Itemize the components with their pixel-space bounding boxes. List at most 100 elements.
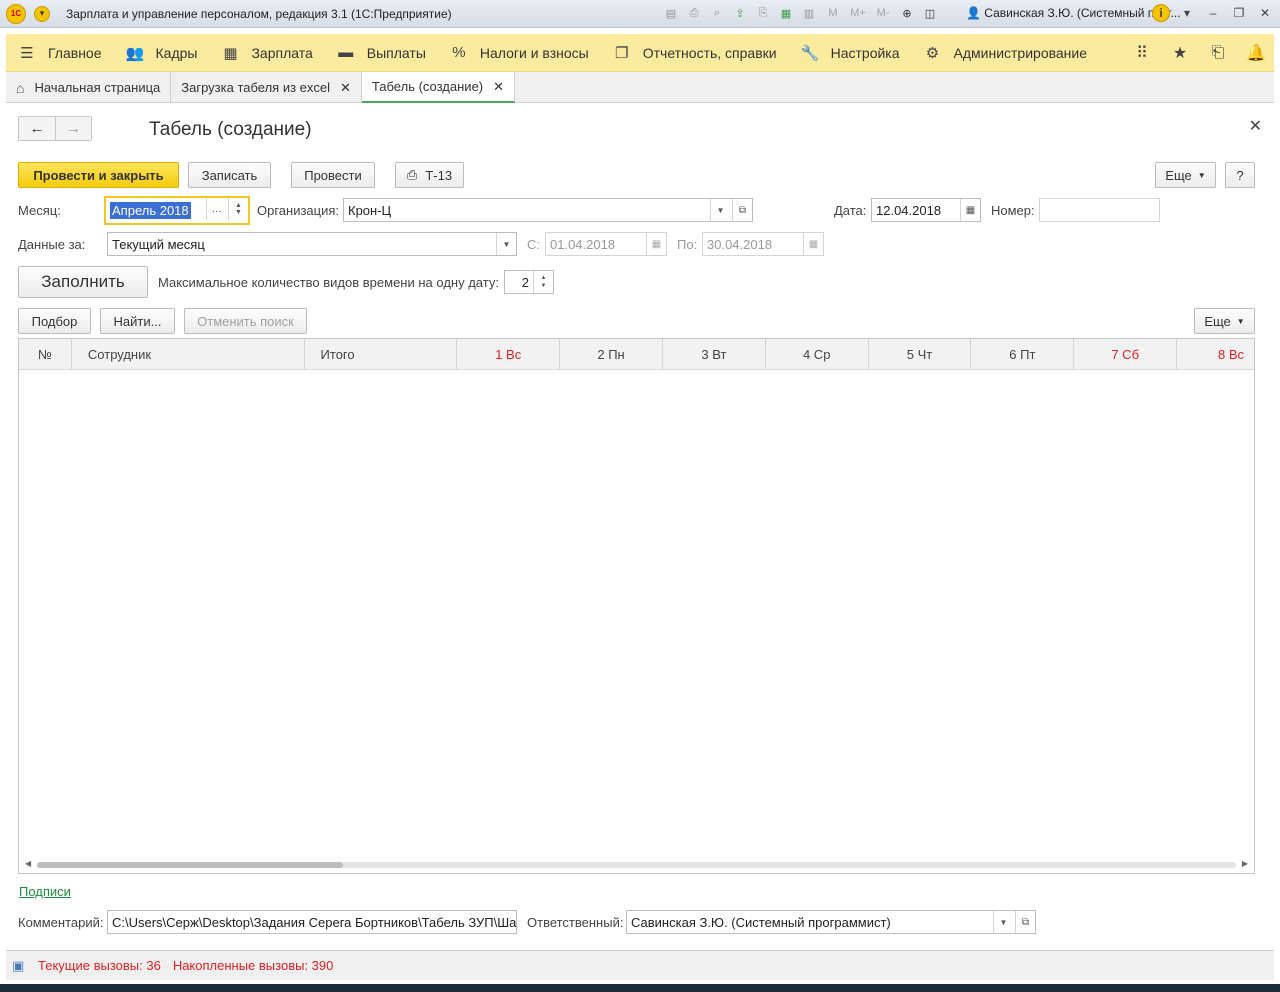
post-button[interactable]: Провести bbox=[291, 162, 375, 188]
menu-item-label: Отчетность, справки bbox=[642, 44, 777, 61]
close-window-icon[interactable]: ✕ bbox=[1256, 4, 1274, 22]
zoom-icon[interactable]: ⊕ bbox=[898, 4, 916, 22]
print-t13-button[interactable]: ⎙ Т-13 bbox=[395, 162, 464, 188]
chevron-down-icon[interactable]: ▼ bbox=[496, 233, 516, 255]
table-more-button[interactable]: Еще ▼ bbox=[1194, 308, 1255, 334]
minimize-icon[interactable]: – bbox=[1204, 4, 1222, 22]
date-field[interactable]: 12.04.2018 ▦ bbox=[871, 198, 981, 222]
calculator-icon[interactable]: ▦ bbox=[777, 4, 795, 22]
calendar-icon[interactable]: ▦ bbox=[646, 233, 666, 255]
spin-icon[interactable]: ▲ ▼ bbox=[228, 198, 248, 220]
menu-item-taxes[interactable]: % Налоги и взносы bbox=[438, 34, 601, 72]
tab-excel-import[interactable]: Загрузка табеля из excel ✕ bbox=[171, 72, 362, 103]
memory-m-button[interactable]: M bbox=[823, 4, 843, 22]
column-employee[interactable]: Сотрудник bbox=[72, 339, 305, 370]
history-icon[interactable]: ⎗ bbox=[1208, 44, 1228, 62]
fill-button[interactable]: Заполнить bbox=[18, 266, 148, 298]
responsible-value: Савинская З.Ю. (Системный программист) bbox=[631, 914, 891, 930]
calendar-icon[interactable]: ▦ bbox=[803, 233, 823, 255]
organization-field[interactable]: Крон-Ц ▼ ⧉ bbox=[343, 198, 753, 222]
wallet-icon: ▬ bbox=[338, 44, 354, 61]
menu-item-reports[interactable]: ❐ Отчетность, справки bbox=[601, 34, 789, 72]
menu-item-salary[interactable]: ▦ Зарплата bbox=[209, 34, 324, 72]
column-day-1[interactable]: 1 Вс bbox=[457, 339, 561, 370]
horizontal-scrollbar[interactable]: ◀ ▶ bbox=[19, 857, 1254, 873]
help-button[interactable]: ? bbox=[1225, 162, 1255, 188]
restore-icon[interactable]: ❐ bbox=[1230, 4, 1248, 22]
notifications-icon[interactable]: 🔔 bbox=[1246, 43, 1266, 63]
upload-icon[interactable]: ⇪ bbox=[731, 4, 749, 22]
info-icon[interactable]: i bbox=[1152, 4, 1170, 22]
cancel-search-button[interactable]: Отменить поиск bbox=[184, 308, 307, 334]
menu-item-settings[interactable]: 🔧 Настройка bbox=[789, 34, 912, 72]
save-icon[interactable]: ▤ bbox=[662, 4, 680, 22]
chevron-down-icon[interactable]: ▼ bbox=[710, 199, 730, 221]
open-icon[interactable]: ⧉ bbox=[1015, 911, 1035, 933]
responsible-field[interactable]: Савинская З.Ю. (Системный программист) ▼… bbox=[626, 910, 1036, 934]
memory-minus-button[interactable]: M- bbox=[873, 4, 893, 22]
to-date-field[interactable]: 30.04.2018 ▦ bbox=[702, 232, 824, 256]
column-day-8[interactable]: 8 Вс bbox=[1177, 339, 1254, 370]
menu-item-hr[interactable]: 👥 Кадры bbox=[114, 34, 210, 72]
save-button[interactable]: Записать bbox=[188, 162, 271, 188]
column-day-2[interactable]: 2 Пн bbox=[560, 339, 663, 370]
data-for-value: Текущий месяц bbox=[112, 236, 205, 252]
app-menu-button[interactable]: ▾ bbox=[34, 5, 50, 22]
post-and-close-button[interactable]: Провести и закрыть bbox=[18, 162, 179, 188]
memory-plus-button[interactable]: M+ bbox=[848, 4, 868, 22]
signatures-link[interactable]: Подписи bbox=[19, 884, 71, 899]
number-field[interactable] bbox=[1039, 198, 1160, 222]
column-total[interactable]: Итого bbox=[305, 339, 458, 370]
print2-icon[interactable]: ⎘ bbox=[754, 4, 772, 22]
calendar-icon[interactable]: ▥ bbox=[800, 4, 818, 22]
column-day-7[interactable]: 7 Сб bbox=[1074, 339, 1178, 370]
scroll-right-icon[interactable]: ▶ bbox=[1242, 859, 1248, 868]
data-for-select[interactable]: Текущий месяц ▼ bbox=[107, 232, 517, 256]
tab-timesheet[interactable]: Табель (создание) ✕ bbox=[361, 72, 516, 103]
page-title: Табель (создание) bbox=[149, 119, 312, 140]
choose-icon[interactable]: … bbox=[206, 198, 226, 220]
forward-arrow-icon[interactable]: → bbox=[55, 117, 91, 140]
from-date-field[interactable]: 01.04.2018 ▦ bbox=[545, 232, 667, 256]
calendar-icon[interactable]: ▦ bbox=[960, 199, 980, 221]
scroll-left-icon[interactable]: ◀ bbox=[25, 859, 31, 868]
chevron-down-icon[interactable]: ▼ bbox=[993, 911, 1013, 933]
back-arrow-icon[interactable]: ← bbox=[19, 117, 55, 140]
timesheet-form: ← → Табель (создание) ✕ Провести и закры… bbox=[6, 104, 1274, 946]
open-icon[interactable]: ⧉ bbox=[732, 199, 752, 221]
print-icon[interactable]: ⎙ bbox=[685, 4, 703, 22]
favorites-icon[interactable]: ★ bbox=[1170, 43, 1190, 63]
panels-icon[interactable]: ◫ bbox=[921, 4, 939, 22]
column-day-6[interactable]: 6 Пт bbox=[971, 339, 1075, 370]
column-number[interactable]: № bbox=[19, 339, 72, 370]
timesheet-table[interactable]: № Сотрудник Итого 1 Вс 2 Пн 3 Вт 4 Ср 5 … bbox=[18, 338, 1255, 874]
comment-field[interactable]: C:\Users\Серж\Desktop\Задания Серега Бор… bbox=[107, 910, 517, 934]
dropdown-icon[interactable]: ▾ bbox=[1178, 4, 1196, 22]
performance-icon[interactable]: ▣ bbox=[12, 958, 30, 974]
close-form-icon[interactable]: ✕ bbox=[1249, 116, 1262, 136]
titlebar-toolbar: ▤ ⎙ ⌕ ⇪ ⎘ ▦ ▥ M M+ M- ⊕ ◫ bbox=[662, 4, 939, 22]
find-button[interactable]: Найти... bbox=[100, 308, 175, 334]
more-button[interactable]: Еще ▼ bbox=[1155, 162, 1216, 188]
column-day-5[interactable]: 5 Чт bbox=[869, 339, 972, 370]
date-value: 12.04.2018 bbox=[876, 202, 942, 218]
column-day-3[interactable]: 3 Вт bbox=[663, 339, 766, 370]
select-button[interactable]: Подбор bbox=[18, 308, 91, 334]
close-tab-icon[interactable]: ✕ bbox=[340, 80, 351, 96]
tab-home[interactable]: ⌂ Начальная страница bbox=[6, 72, 172, 103]
to-label: По: bbox=[677, 237, 698, 252]
menu-item-admin[interactable]: ⚙ Администрирование bbox=[912, 34, 1100, 72]
spin-icon[interactable]: ▲ ▼ bbox=[533, 271, 553, 293]
all-functions-icon[interactable]: ⠿ bbox=[1132, 43, 1152, 63]
menu-item-main[interactable]: ☰ Главное bbox=[6, 34, 114, 72]
scroll-thumb[interactable] bbox=[37, 862, 343, 868]
month-field[interactable]: Апрель 2018 … ▲ ▼ bbox=[104, 196, 250, 225]
home-icon: ⌂ bbox=[16, 79, 25, 96]
current-user[interactable]: 👤 Савинская З.Ю. (Системный прог... bbox=[966, 6, 1181, 20]
organization-label: Организация: bbox=[257, 203, 340, 218]
max-types-field[interactable]: 2 ▲ ▼ bbox=[504, 270, 554, 294]
close-tab-icon[interactable]: ✕ bbox=[493, 79, 504, 95]
preview-icon[interactable]: ⌕ bbox=[708, 4, 726, 22]
menu-item-payments[interactable]: ▬ Выплаты bbox=[325, 34, 438, 72]
column-day-4[interactable]: 4 Ср bbox=[766, 339, 869, 370]
